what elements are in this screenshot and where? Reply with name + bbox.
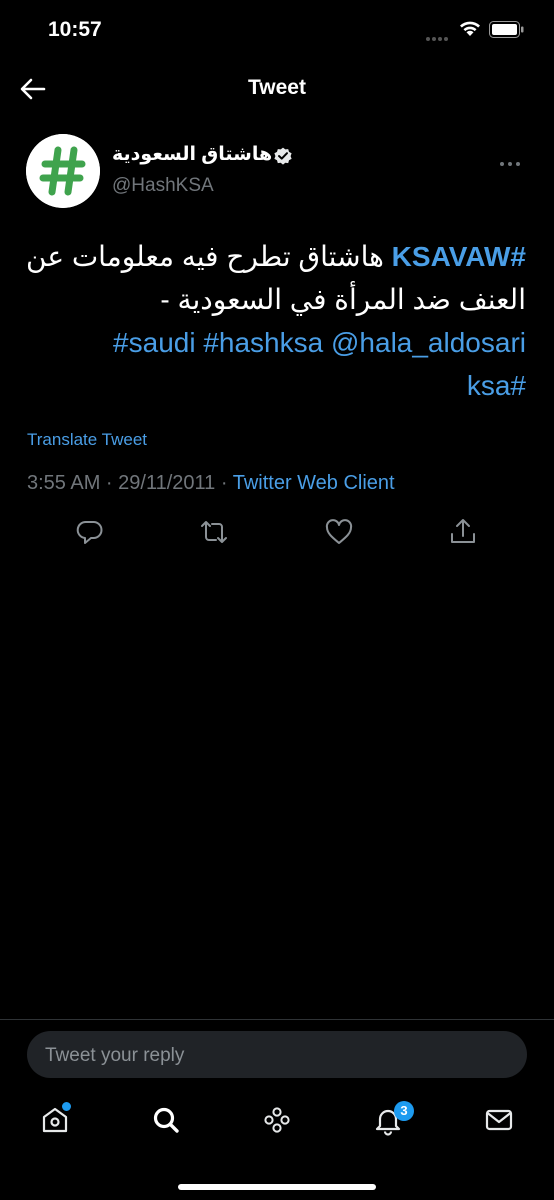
status-bar: 10:57 <box>0 0 554 60</box>
avatar[interactable] <box>26 134 100 208</box>
notifications-badge: 3 <box>394 1101 414 1121</box>
share-icon[interactable] <box>447 516 479 548</box>
tweet-meta: 3:55 AM · 29/11/2011 · Twitter Web Clien… <box>27 472 395 495</box>
signal-icon <box>426 28 450 46</box>
reply-input[interactable] <box>43 1031 517 1080</box>
back-arrow-icon[interactable] <box>16 72 50 106</box>
home-indicator <box>178 1184 376 1190</box>
page-title: Tweet <box>248 76 306 99</box>
reply-icon[interactable] <box>74 516 106 548</box>
nav-bar: Tweet <box>0 60 554 118</box>
translate-tweet-link[interactable]: Translate Tweet <box>27 430 147 450</box>
hashtag-link[interactable]: #KSAVAW <box>392 241 526 272</box>
reply-box[interactable] <box>27 1031 527 1080</box>
hashtag-link[interactable]: #ksa <box>467 370 526 401</box>
wifi-icon <box>460 21 480 36</box>
retweet-icon[interactable] <box>198 516 230 548</box>
client-link[interactable]: Twitter Web Client <box>233 472 395 494</box>
hashtag-link[interactable]: #saudi <box>113 327 196 358</box>
tab-bar <box>0 1092 554 1152</box>
like-icon[interactable] <box>323 516 355 548</box>
search-icon[interactable] <box>150 1104 182 1136</box>
battery-icon <box>489 21 524 38</box>
more-options-icon[interactable] <box>500 153 534 166</box>
mention-link[interactable]: @hala_aldosari <box>331 327 526 358</box>
verified-icon <box>274 147 292 165</box>
display-name[interactable]: هاشتاق السعودية <box>112 143 272 166</box>
home-new-dot <box>61 1101 72 1112</box>
messages-envelope-icon[interactable] <box>483 1104 515 1136</box>
handle[interactable]: @HashKSA <box>112 175 214 197</box>
spaces-icon[interactable] <box>261 1104 293 1136</box>
timestamp: 3:55 AM · 29/11/2011 · <box>27 472 233 494</box>
status-time: 10:57 <box>48 18 102 41</box>
tweet-actions <box>0 516 554 556</box>
divider <box>0 1019 554 1020</box>
tweet-text: #KSAVAW هاشتاق تطرح فيه معلومات عن العنف… <box>26 235 526 407</box>
hashtag-link[interactable]: #hashksa <box>203 327 323 358</box>
